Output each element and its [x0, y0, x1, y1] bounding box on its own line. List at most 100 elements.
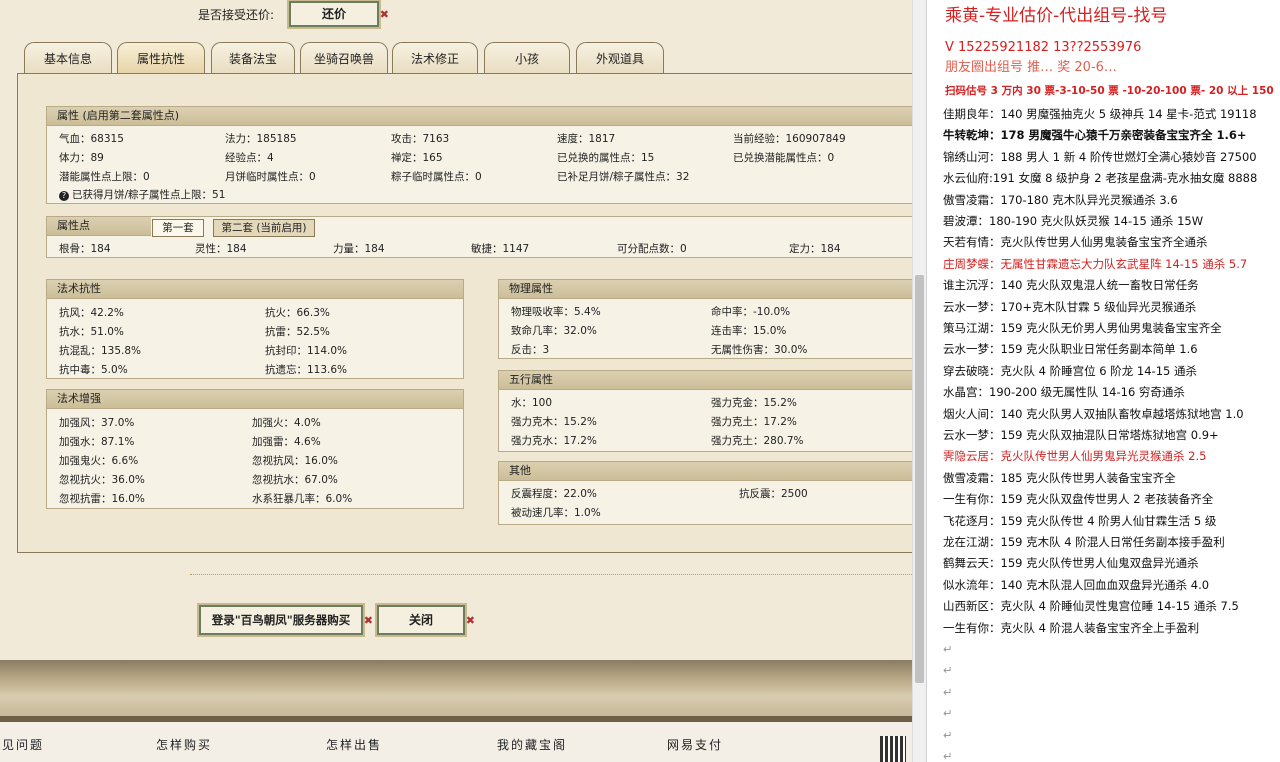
doc-line: 云水一梦：170+克木队甘霖 5 级仙异光灵猴通杀 — [943, 299, 1197, 314]
points-cell: 敏捷：1147 — [471, 243, 530, 255]
buy-button-label: 登录"百鸟朝凤"服务器购买 — [211, 613, 351, 627]
paragraph-mark-icon: ↵ — [943, 727, 953, 742]
attr-panel: 属性 (启用第二套属性点) 气血：68315 法力：185185 攻击：7163 速度… — [46, 106, 912, 204]
tab-1[interactable]: 属性抗性 — [117, 42, 205, 75]
footer-link-4[interactable]: 网易支付 — [667, 736, 723, 753]
bargain-button-label: 还价 — [321, 7, 346, 21]
tab-second-set[interactable]: 第二套 (当前启用) — [213, 219, 315, 237]
five-cell: 水：100 — [511, 397, 553, 409]
attr-cell: 攻击：7163 — [391, 133, 450, 145]
enhance-cell: 忽视抗雷：16.0% — [59, 493, 145, 505]
resist-cell: 抗中毒：5.0% — [59, 364, 128, 376]
attr-cell: 体力：89 — [59, 152, 104, 164]
five-cell: 强力克土：280.7% — [711, 435, 804, 447]
enhance-cell: 加强水：87.1% — [59, 436, 135, 448]
resist-cell: 抗火：66.3% — [265, 307, 330, 319]
tab-5[interactable]: 小孩 — [484, 42, 570, 75]
other-panel-title: 其他 — [499, 462, 912, 481]
five-panel: 五行属性 水：100 强力克金：15.2% 强力克木：15.2% 强力克土：17.2%… — [498, 370, 912, 452]
doc-line: 庄周梦蝶：无属性甘霖遗忘大力队玄武星阵 14-15 通杀 5.7 — [943, 256, 1248, 271]
attr-cell: 粽子临时属性点：0 — [391, 171, 482, 183]
attr-cell: 已兑换的属性点：15 — [557, 152, 655, 164]
points-cell: 可分配点数：0 — [617, 243, 687, 255]
points-cell: 根骨：184 — [59, 243, 111, 255]
doc-title: 乘黄-专业估价-代出组号-找号 — [945, 6, 1168, 26]
physical-cell: 致命几率：32.0% — [511, 325, 597, 337]
tab-0[interactable]: 基本信息 — [24, 42, 112, 75]
paragraph-mark-icon: ↵ — [943, 642, 953, 656]
close-x-icon: ✖ — [379, 8, 389, 21]
doc-line: 碧波潭：180-190 克火队妖灵猴 14-15 通杀 15W — [943, 214, 1204, 228]
physical-cell: 命中率：-10.0% — [711, 306, 791, 318]
tab-second-set-label: 第二套 (当前启用) — [221, 222, 307, 234]
enhance-cell: 加强鬼火：6.6% — [59, 455, 139, 467]
doc-line: 水晶宫：190-200 级无属性队 14-16 穷奇通杀 — [943, 385, 1185, 400]
doc-line: 傲雪凌霜：170-180 克木队异光灵猴通杀 3.6 — [943, 192, 1178, 207]
tab-6[interactable]: 外观道具 — [576, 42, 664, 75]
doc-line: 穿去破晓：克火队 4 阶睡宫位 6 阶龙 14-15 通杀 — [943, 363, 1197, 378]
qr-code-icon — [880, 736, 906, 762]
points-cell: 定力：184 — [789, 243, 841, 255]
doc-line: 策马江湖：159 克火队无价男人男仙男鬼装备宝宝齐全 — [943, 321, 1222, 335]
scrollbar-thumb[interactable] — [915, 275, 924, 683]
resist-cell: 抗雷：52.5% — [265, 326, 330, 338]
enhance-cell: 忽视抗风：16.0% — [252, 455, 338, 467]
close-button-label: 关闭 — [408, 613, 433, 627]
doc-line: 一生有你：克火队 4 阶混人装备宝宝齐全上手盈利 — [943, 620, 1200, 635]
doc-line: 水云仙府:191 女魔 8 级护身 2 老孩星盘满-克水抽女魔 8888 — [943, 171, 1258, 186]
webpage-area: 是否接受还价: 还价 ✖ 基本信息 属性抗性 装备法宝 坐骑召唤兽 法术修正 小孩 外观道具… — [0, 0, 912, 762]
doc-line: 山西新区：克火队 4 阶睡仙灵性鬼宫位睡 14-15 通杀 7.5 — [943, 599, 1239, 614]
attr-footer-text: 已获得月饼/粽子属性点上限：51 — [72, 189, 226, 201]
five-panel-title: 五行属性 — [499, 371, 912, 390]
document-pane: 乘黄-专业估价-代出组号-找号 V 15225921182 13??255397… — [926, 0, 1280, 762]
attr-cell: 速度：1817 — [557, 133, 616, 145]
attr-cell: 禅定：165 — [391, 152, 443, 164]
footer-link-1[interactable]: 怎样购买 — [156, 736, 212, 753]
doc-line: 谁主沉浮：140 克火队双鬼混人统一畜牧日常任务 — [943, 278, 1199, 293]
vertical-scrollbar[interactable] — [912, 0, 927, 762]
buy-on-server-button[interactable]: 登录"百鸟朝凤"服务器购买 ✖ — [199, 605, 373, 635]
tab-4[interactable]: 法术修正 — [392, 42, 478, 75]
doc-line: 似水流年：140 克木队混人回血血双盘异光通杀 4.0 — [943, 577, 1210, 592]
five-cell: 强力克水：17.2% — [511, 435, 597, 447]
doc-line: 云水一梦：159 克火队职业日常任务副本简单 1.6 — [943, 342, 1198, 357]
doc-line: 龙在江湖：159 克木队 4 阶混人日常任务副本接手盈利 — [943, 535, 1225, 549]
resist-cell: 抗封印：114.0% — [265, 345, 348, 357]
attr-cell: 已兑换潜能属性点：0 — [733, 152, 835, 164]
tab-first-set[interactable]: 第一套 — [152, 219, 204, 237]
doc-line: 傲雪凌霜：185 克火队传世男人装备宝宝齐全 — [943, 470, 1176, 485]
doc-line: 飞花逐月：159 克火队传世 4 阶男人仙甘霖生活 5 级 — [943, 513, 1217, 528]
tab-2[interactable]: 装备法宝 — [211, 42, 295, 75]
paragraph-mark-icon: ↵ — [943, 684, 953, 699]
physical-cell: 无属性伤害：30.0% — [711, 344, 808, 356]
footer-link-0[interactable]: 见问题 — [2, 736, 44, 753]
points-cell: 灵性：184 — [195, 243, 247, 255]
footer-link-3[interactable]: 我的藏宝阁 — [497, 736, 567, 753]
five-cell: 强力克木：15.2% — [511, 416, 597, 428]
tab-3[interactable]: 坐骑召唤兽 — [300, 42, 388, 75]
physical-panel: 物理属性 物理吸收率：5.4% 命中率：-10.0% 致命几率：32.0% 连击率：1… — [498, 279, 912, 359]
doc-line: 天若有情：克火队传世男人仙男鬼装备宝宝齐全通杀 — [943, 235, 1208, 250]
resist-cell: 抗风：42.2% — [59, 307, 124, 319]
enhance-cell: 加强火：4.0% — [252, 417, 321, 429]
bargain-button[interactable]: 还价 ✖ — [289, 1, 389, 27]
resist-panel-title: 法术抗性 — [47, 280, 463, 299]
other-cell: 被动速几率：1.0% — [511, 507, 601, 519]
physical-cell: 物理吸收率：5.4% — [511, 306, 601, 318]
physical-panel-title: 物理属性 — [499, 280, 912, 299]
enhance-cell: 加强风：37.0% — [59, 417, 135, 429]
enhance-panel-title: 法术增强 — [47, 390, 463, 409]
close-button[interactable]: 关闭 ✖ — [377, 605, 475, 635]
doc-price-line: 扫码估号 3 万内 30 票-3-10-50 票 -10-20-100 票- 2… — [945, 85, 1274, 97]
doc-line: 佳期良年：140 男魔强抽克火 5 级神兵 14 星卡-范式 19118 — [943, 107, 1257, 121]
other-cell: 抗反震：2500 — [739, 488, 808, 500]
enhance-cell: 忽视抗水：67.0% — [252, 474, 338, 486]
enhance-cell: 加强雷：4.6% — [252, 436, 321, 448]
other-panel: 其他 反震程度：22.0% 抗反震：2500 被动速几率：1.0% — [498, 461, 912, 525]
footer-link-2[interactable]: 怎样出售 — [326, 736, 382, 753]
doc-phone: V 15225921182 13??2553976 — [945, 40, 1142, 55]
five-cell: 强力克金：15.2% — [711, 397, 797, 409]
doc-line: 霁隐云居：克火队传世男人仙男鬼异光灵猴通杀 2.5 — [943, 449, 1207, 464]
attr-cell: 已补足月饼/粽子属性点：32 — [557, 171, 690, 183]
help-icon: ? — [59, 191, 69, 201]
